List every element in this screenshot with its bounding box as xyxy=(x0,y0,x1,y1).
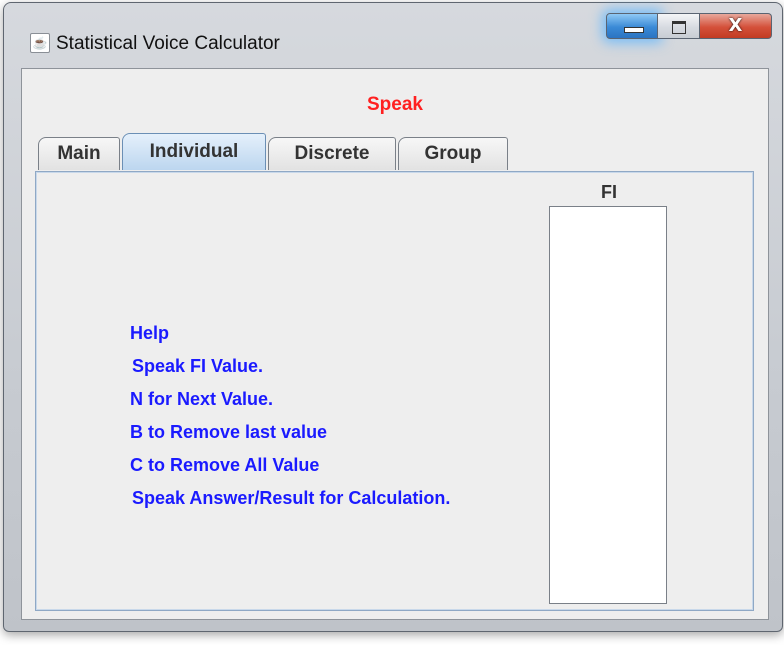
title-bar[interactable]: ☕ Statistical Voice Calculator X xyxy=(4,3,782,54)
fi-column-header: FI xyxy=(601,182,617,202)
tab-individual[interactable]: Individual xyxy=(122,133,266,170)
close-button[interactable]: X xyxy=(700,13,772,39)
window-title: Statistical Voice Calculator xyxy=(56,33,280,54)
help-line: Speak FI Value. xyxy=(132,356,264,376)
minimize-button[interactable] xyxy=(606,13,658,39)
client-area: Speak Main Individual Discrete Group Hel… xyxy=(21,68,769,620)
help-line: N for Next Value. xyxy=(130,389,274,409)
caption-buttons: X xyxy=(606,13,772,39)
help-heading: Help xyxy=(130,323,170,343)
help-line: B to Remove last value xyxy=(130,422,328,442)
help-line: C to Remove All Value xyxy=(130,455,320,475)
tab-group[interactable]: Group xyxy=(398,137,508,170)
java-icon[interactable]: ☕ xyxy=(30,33,50,53)
speak-status-label: Speak xyxy=(367,94,423,115)
tab-main[interactable]: Main xyxy=(38,137,120,170)
fi-values-list[interactable] xyxy=(549,206,667,604)
individual-tab-panel: Help Speak FI Value. N for Next Value. B… xyxy=(35,171,754,611)
maximize-button[interactable] xyxy=(658,13,700,39)
app-window: ☕ Statistical Voice Calculator X Speak M… xyxy=(3,2,783,632)
help-instructions: Help Speak FI Value. N for Next Value. B… xyxy=(130,317,450,515)
help-line: Speak Answer/Result for Calculation. xyxy=(132,488,451,508)
tab-discrete[interactable]: Discrete xyxy=(268,137,396,170)
